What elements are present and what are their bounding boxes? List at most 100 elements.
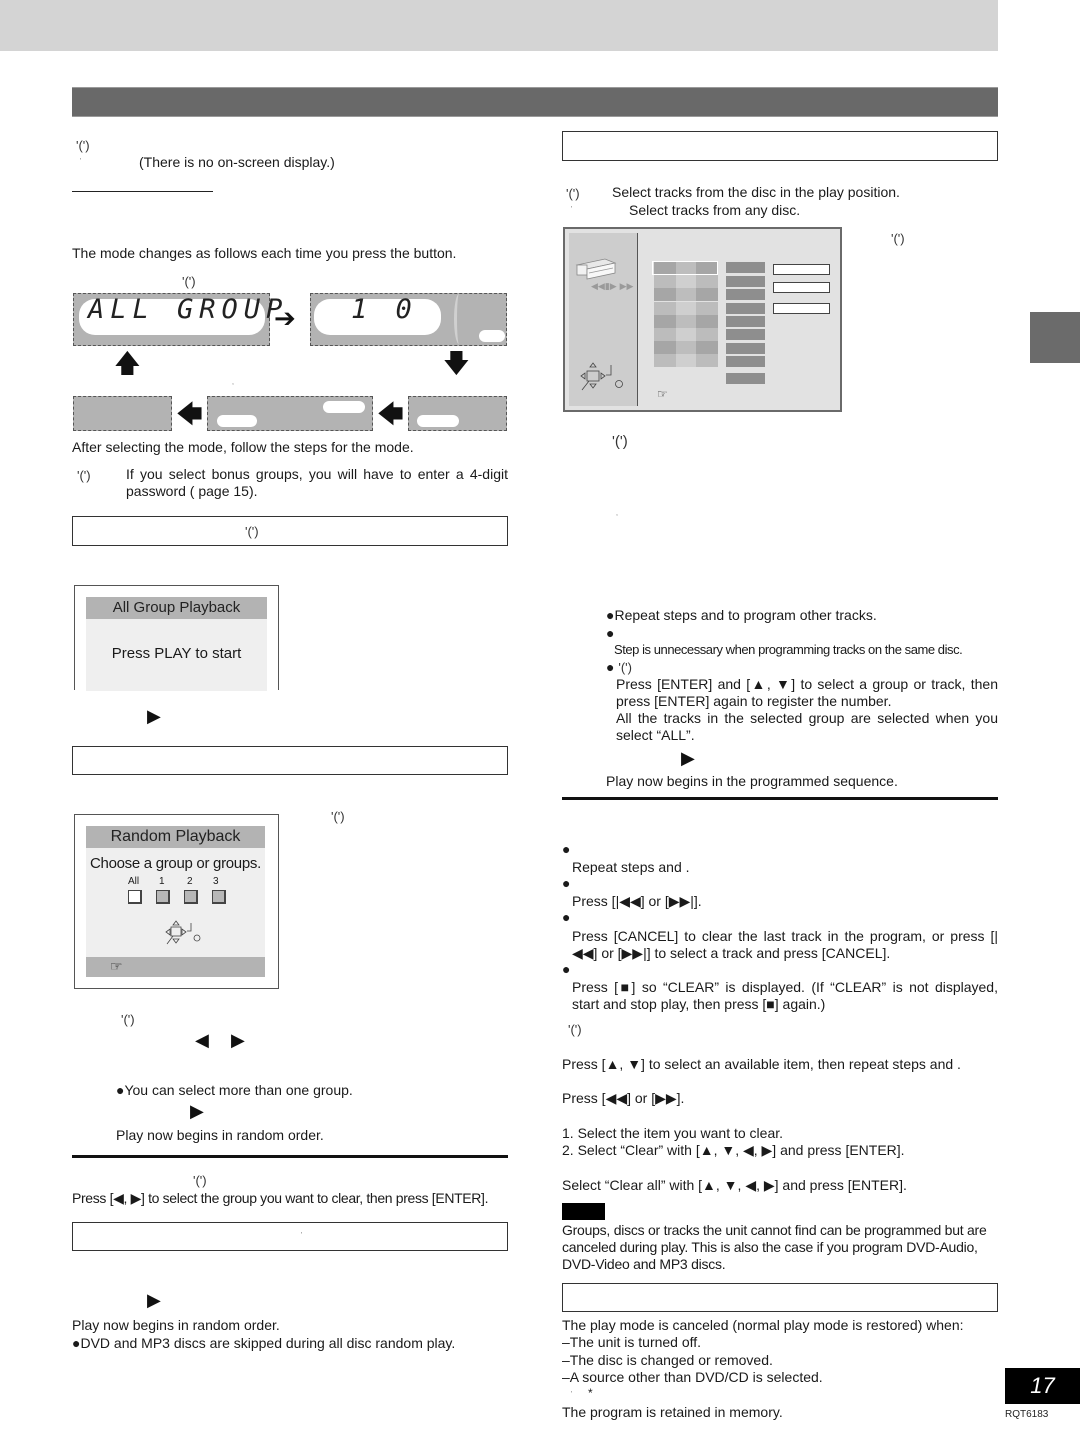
symbol-label: '('): [182, 274, 196, 289]
program-field[interactable]: [773, 264, 830, 275]
repeat-steps-2-text: Repeat steps and .: [572, 859, 690, 875]
arrow-left-icon: 🡄: [377, 399, 404, 429]
program-table-cell[interactable]: [654, 301, 676, 315]
arrow-left-icon: 🡄: [176, 399, 203, 429]
pointing-hand-icon: ☞: [657, 387, 668, 401]
program-button[interactable]: [726, 262, 765, 273]
program-button[interactable]: [726, 356, 765, 367]
symbol-label: '('): [331, 809, 345, 824]
changer-unit-icon: ◀◀▮▶ ▶▶: [575, 258, 633, 291]
divider: [72, 191, 213, 192]
mode-changes-text: The mode changes as follows each time yo…: [72, 245, 457, 261]
program-table-cell[interactable]: [654, 314, 676, 328]
play-icon: ▶: [147, 706, 161, 726]
osd-message: Choose a group or groups.: [90, 855, 261, 872]
symbol-label: '('): [121, 1012, 135, 1027]
program-table-cell[interactable]: [654, 288, 676, 302]
checkbox-all[interactable]: [128, 890, 142, 904]
marker: ,: [232, 379, 234, 386]
play-programmed-text: Play now begins in the programmed sequen…: [606, 773, 898, 789]
asterisk: *: [588, 1386, 593, 1400]
press-stop-text: Press [■] so “CLEAR” is displayed. (If “…: [572, 979, 998, 1012]
page-number: 17: [1005, 1368, 1080, 1404]
symbol-label: '('): [566, 186, 580, 201]
program-table-cell[interactable]: [676, 341, 696, 355]
cancel-item: –A source other than DVD/CD is selected.: [562, 1369, 823, 1385]
chapter-side-tab: [1030, 312, 1080, 363]
lcd-panel-3: [73, 396, 172, 431]
program-table-cell[interactable]: [676, 314, 696, 328]
dvd-skipped-text: ●DVD and MP3 discs are skipped during al…: [72, 1335, 456, 1351]
select-any-text: Select tracks from any disc.: [629, 202, 801, 218]
all-tracks-text: All the tracks in the selected group are…: [616, 710, 998, 743]
cancel-item: –The unit is turned off.: [562, 1334, 702, 1350]
clear-all-text: Select “Clear all” with [▲, ▼, ◀, ▶] and…: [562, 1177, 907, 1193]
program-table-cell[interactable]: [676, 275, 696, 289]
header-band: [0, 0, 998, 51]
bullet: ● '('): [606, 659, 632, 675]
program-table-cell[interactable]: [696, 341, 718, 355]
program-table-cell[interactable]: [654, 275, 676, 289]
osd-title: All Group Playback: [86, 597, 267, 619]
program-table-cell[interactable]: [696, 314, 718, 328]
program-table-cell[interactable]: [676, 301, 696, 315]
arrow-right-icon: ➔: [274, 303, 296, 333]
checkbox-group-2[interactable]: [184, 890, 198, 904]
note-text: Groups, discs or tracks the unit cannot …: [562, 1222, 987, 1272]
program-table-cell[interactable]: [676, 288, 696, 302]
left-arrow-icon: ▶: [195, 1030, 209, 1050]
program-table-cell[interactable]: [654, 328, 676, 341]
press-cancel-text: Press [CANCEL] to clear the last track i…: [572, 928, 998, 961]
clear-group-text: Press [◀, ▶] to select the group you wan…: [72, 1190, 489, 1206]
program-button[interactable]: [726, 303, 765, 314]
pointing-hand-icon: ☞: [110, 958, 123, 974]
lcd-panel-1: [408, 396, 507, 431]
program-field[interactable]: [773, 303, 830, 314]
symbol-label: '('): [76, 138, 90, 153]
bullet: ●: [606, 625, 615, 641]
press-enter-text: Press [ENTER] and [▲, ▼] to select a gro…: [616, 676, 998, 709]
program-table-cell[interactable]: [654, 341, 676, 355]
cancel-heading-box: [562, 1283, 998, 1312]
symbol-label: '('): [77, 468, 91, 483]
select-play-position-text: Select tracks from the disc in the play …: [612, 184, 900, 200]
program-osd: ◀◀▮▶ ▶▶ ☞: [563, 227, 842, 412]
program-table-cell[interactable]: [676, 354, 696, 368]
program-button[interactable]: [726, 373, 765, 384]
program-table-cell[interactable]: [676, 328, 696, 341]
play-icon: ▶: [147, 1290, 161, 1310]
symbol-label: '('): [193, 1173, 207, 1188]
navigation-enter-icon: [165, 920, 201, 945]
arrow-down-icon: 🡇: [443, 348, 470, 378]
bullet: ●: [562, 841, 571, 857]
program-field[interactable]: [773, 282, 830, 293]
program-table-cell[interactable]: [696, 354, 718, 368]
program-button[interactable]: [726, 289, 765, 300]
program-button[interactable]: [726, 329, 765, 340]
step-unnecessary-text: Step is unnecessary when programming tra…: [614, 642, 963, 657]
lcd-text-number: 1 0: [351, 294, 418, 325]
program-button[interactable]: [726, 316, 765, 327]
divider: [72, 1155, 508, 1158]
osd-title: Random Playback: [86, 826, 265, 848]
program-table-cell[interactable]: [696, 301, 718, 315]
play-icon: ▶: [190, 1101, 204, 1121]
osd-message: Press PLAY to start: [111, 645, 242, 662]
program-table-cell[interactable]: [696, 275, 718, 289]
program-table-cell[interactable]: [654, 354, 676, 368]
program-button[interactable]: [726, 343, 765, 354]
cancel-intro-text: The play mode is canceled (normal play m…: [562, 1317, 964, 1333]
all-group-osd: All Group Playback Press PLAY to start: [74, 585, 279, 691]
section-title-bar: [72, 87, 998, 117]
checkbox-group-3[interactable]: [212, 890, 226, 904]
program-button[interactable]: [726, 276, 765, 287]
program-table-cell[interactable]: [696, 288, 718, 302]
lcd-text-all-group: ALL GROUP: [88, 294, 289, 325]
after-select-text: After selecting the mode, follow the ste…: [72, 439, 414, 455]
navigation-enter-icon: [580, 362, 623, 391]
select-more-text: ●You can select more than one group.: [116, 1082, 353, 1098]
symbol-label: '('): [891, 231, 905, 246]
random-osd: Random Playback Choose a group or groups…: [74, 814, 279, 989]
checkbox-group-1[interactable]: [156, 890, 170, 904]
program-table-cell[interactable]: [696, 328, 718, 341]
